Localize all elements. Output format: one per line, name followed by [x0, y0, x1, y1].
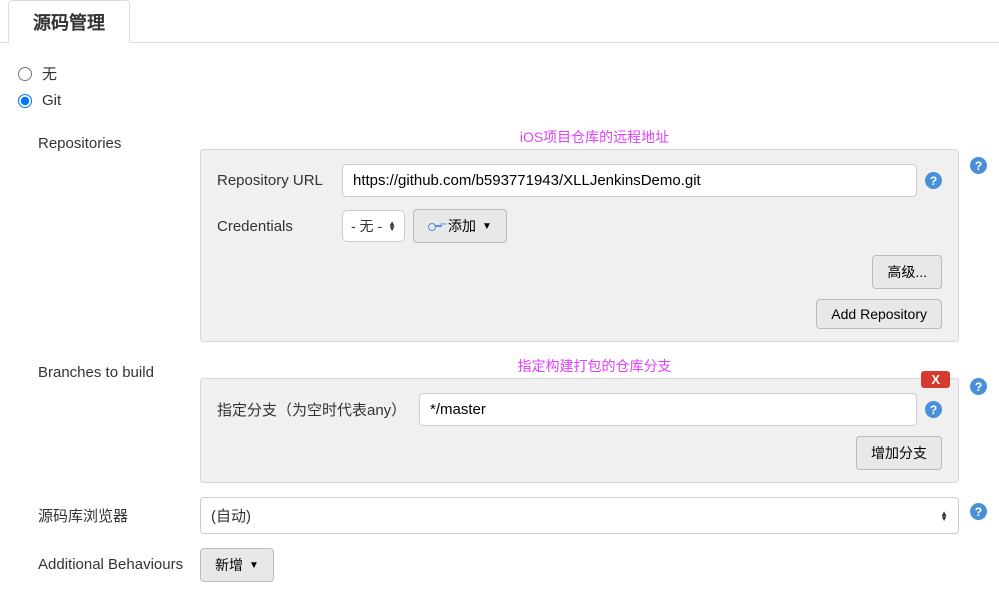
repo-browser-select[interactable]: (自动) ▲▼: [200, 497, 959, 534]
key-icon: [428, 222, 442, 230]
radio-git-label: Git: [42, 92, 61, 109]
help-icon[interactable]: ?: [970, 503, 987, 520]
add-repository-button[interactable]: Add Repository: [816, 299, 942, 329]
updown-icon: ▲▼: [940, 511, 948, 521]
annotation-repo: iOS项目仓库的远程地址: [200, 127, 989, 147]
add-branch-button[interactable]: 增加分支: [856, 436, 942, 470]
help-icon[interactable]: ?: [925, 172, 942, 189]
repo-browser-label: 源码库浏览器: [38, 497, 200, 526]
repo-browser-value: (自动): [211, 505, 251, 526]
add-behaviour-button[interactable]: 新增 ▼: [200, 548, 274, 582]
repositories-label: Repositories: [38, 127, 200, 152]
branch-spec-input[interactable]: [419, 393, 917, 426]
branches-label: Branches to build: [38, 356, 200, 381]
behaviours-label: Additional Behaviours: [38, 548, 200, 573]
credentials-value: - 无 -: [351, 216, 382, 236]
help-icon[interactable]: ?: [970, 378, 987, 395]
delete-branch-button[interactable]: X: [921, 371, 950, 388]
add-credentials-button[interactable]: 添加 ▼: [413, 209, 507, 243]
help-icon[interactable]: ?: [925, 401, 942, 418]
credentials-label: Credentials: [217, 218, 342, 235]
repo-url-label: Repository URL: [217, 172, 342, 189]
updown-icon: ▲▼: [388, 221, 396, 231]
repositories-panel: Repository URL ? Credentials - 无 - ▲▼ 添加: [200, 149, 959, 342]
add-cred-label: 添加: [448, 216, 476, 236]
advanced-button[interactable]: 高级...: [872, 255, 942, 289]
radio-none[interactable]: [18, 67, 32, 81]
chevron-down-icon: ▼: [482, 221, 492, 232]
annotation-branch: 指定构建打包的仓库分支: [200, 356, 989, 376]
branch-spec-label: 指定分支（为空时代表any）: [217, 399, 419, 420]
branches-panel: X 指定分支（为空时代表any） ? 增加分支: [200, 378, 959, 483]
scm-option-none[interactable]: 无: [18, 63, 989, 84]
add-behaviour-label: 新增: [215, 555, 243, 575]
scm-option-git[interactable]: Git: [18, 92, 989, 109]
chevron-down-icon: ▼: [249, 560, 259, 571]
repo-url-input[interactable]: [342, 164, 917, 197]
credentials-select[interactable]: - 无 - ▲▼: [342, 210, 405, 242]
help-icon[interactable]: ?: [970, 157, 987, 174]
radio-git[interactable]: [18, 94, 32, 108]
scm-radio-group: 无 Git: [18, 63, 989, 109]
tab-scm[interactable]: 源码管理: [8, 0, 130, 43]
radio-none-label: 无: [42, 63, 57, 84]
